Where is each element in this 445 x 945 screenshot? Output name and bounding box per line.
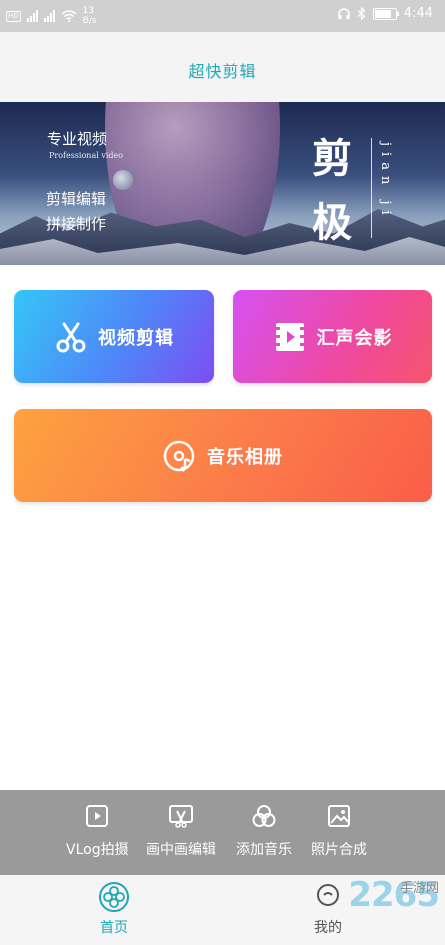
tab-home-label: 首页 [100,920,128,936]
net-speed: 13 B/s [83,6,97,26]
headset-icon [338,7,350,19]
function-bar: VLog拍摄 画中画编辑 添加音乐 照片合成 [0,790,445,875]
vlog-label: VLog拍摄 [66,842,129,858]
banner-divider [371,138,372,238]
signal-icon [26,10,38,22]
video-edit-label: 视频剪辑 [98,327,174,349]
vlog-button[interactable]: VLog拍摄 [66,803,129,859]
tab-home[interactable]: 首页 [98,881,130,937]
wifi-icon [61,10,77,22]
page-title: 超快剪辑 [188,62,257,81]
banner-line1-en: Professional video [49,151,124,160]
music-album-button[interactable]: 音乐相册 [14,409,432,502]
video-play-icon [86,805,109,827]
banner-big-char2: 极 [312,199,352,246]
tab-mine-label: 我的 [314,920,342,936]
promo-banner[interactable]: 专业视频 Professional video 剪辑编辑 拼接制作 剪 极 ji… [0,102,445,265]
watermark: 2265 手游网 [348,875,440,915]
pip-edit-button[interactable]: 画中画编辑 [146,803,216,859]
image-icon [328,805,350,827]
pip-edit-label: 画中画编辑 [146,842,216,858]
battery-icon [372,7,399,20]
pip-scissors-icon [169,805,193,828]
net-speed-unit: B/s [82,16,97,26]
scissors-icon [56,322,86,352]
photo-merge-label: 照片合成 [311,842,367,858]
video-edit-button[interactable]: 视频剪辑 [14,290,214,383]
add-music-label: 添加音乐 [236,842,292,858]
clock: 4:44 [403,6,433,21]
photo-merge-button[interactable]: 照片合成 [311,803,367,859]
banner-line1: 专业视频 [47,130,108,148]
banner-line2: 剪辑编辑 [46,190,107,208]
status-bar: HD 13 B/s 4:44 [0,0,445,32]
hd-icon: HD [6,10,21,22]
app-header: 超快剪辑 [0,32,445,102]
tab-mine[interactable]: 我的 [312,881,344,937]
watermark-site: 手游网 [399,881,439,896]
audio-merge-label: 汇声会影 [316,327,393,349]
banner-big-char1: 剪 [312,135,352,182]
bluetooth-icon [357,7,366,20]
status-right: 4:44 [338,6,433,21]
banner-vertical-text: jian ji [378,142,393,221]
circles-icon [252,805,276,827]
profile-icon [317,884,339,906]
bottom-tab-bar: 首页 我的 2265 手游网 [0,875,445,945]
banner-line3: 拼接制作 [46,215,107,233]
moon-illustration [113,170,133,190]
audio-merge-button[interactable]: 汇声会影 [233,290,432,383]
add-music-button[interactable]: 添加音乐 [236,803,292,859]
home-flower-icon [99,882,129,912]
signal-icon-2 [43,10,55,22]
status-left: HD 13 B/s [6,6,97,26]
music-disc-icon [163,440,195,471]
music-album-label: 音乐相册 [207,446,283,468]
net-speed-value: 13 [82,6,95,16]
film-icon [275,322,304,351]
